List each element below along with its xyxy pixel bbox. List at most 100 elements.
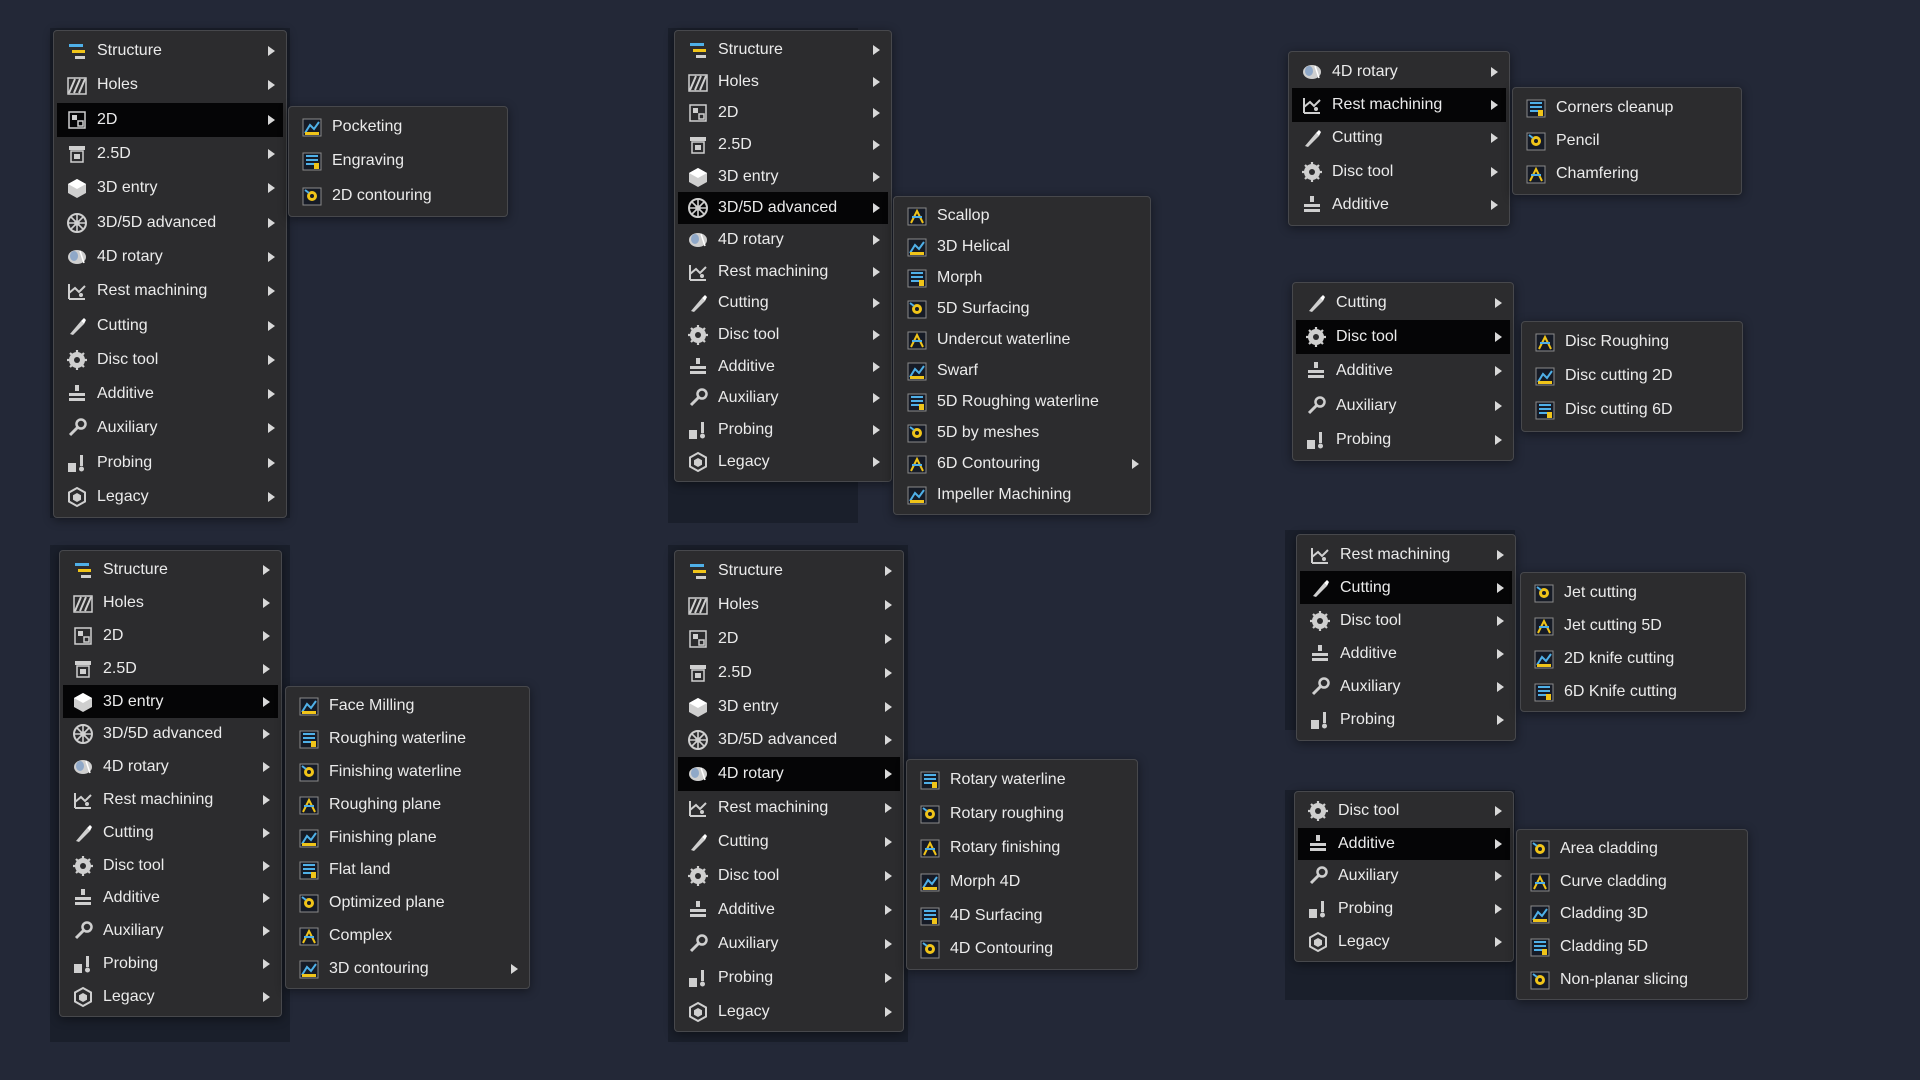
menu-item-2-5d[interactable]: 2.5D	[63, 652, 278, 685]
menu-item-cutting[interactable]: Cutting	[1300, 571, 1512, 605]
menu-item-structure[interactable]: Structure	[678, 554, 900, 588]
menu-item-jet-cutting[interactable]: Jet cutting	[1524, 576, 1742, 609]
menu-item-disc-tool[interactable]: Disc tool	[678, 319, 888, 351]
menu-item-additive[interactable]: Additive	[57, 377, 283, 411]
menu-item-auxiliary[interactable]: Auxiliary	[1296, 389, 1510, 423]
menu-item-corners-cleanup[interactable]: Corners cleanup	[1516, 91, 1738, 124]
menu-item-finishing-waterline[interactable]: Finishing waterline	[289, 756, 526, 789]
menu-item-roughing-waterline[interactable]: Roughing waterline	[289, 723, 526, 756]
menu-item-3d-helical[interactable]: 3D Helical	[897, 231, 1147, 262]
menu-item-disc-roughing[interactable]: Disc Roughing	[1525, 325, 1739, 359]
menu-item-auxiliary[interactable]: Auxiliary	[678, 383, 888, 415]
menu-item-4d-rotary[interactable]: 4D rotary	[63, 751, 278, 784]
menu-item-additive[interactable]: Additive	[1298, 827, 1510, 861]
menu-item-2-5d[interactable]: 2.5D	[678, 656, 900, 690]
menu-item-complex[interactable]: Complex	[289, 920, 526, 953]
menu-item-holes[interactable]: Holes	[678, 66, 888, 98]
menu-item-2d[interactable]: 2D	[63, 620, 278, 653]
menu-item-3d-entry[interactable]: 3D entry	[678, 161, 888, 193]
menu-item-roughing-plane[interactable]: Roughing plane	[289, 788, 526, 821]
menu-item-4d-rotary[interactable]: 4D rotary	[678, 757, 900, 792]
menu-item-4d-rotary[interactable]: 4D rotary	[57, 240, 283, 274]
menu-item-face-milling[interactable]: Face Milling	[289, 690, 526, 723]
menu-item-2-5d[interactable]: 2.5D	[678, 129, 888, 161]
menu-item-2d[interactable]: 2D	[678, 622, 900, 656]
menu-item-non-planar-slicing[interactable]: Non-planar slicing	[1520, 963, 1744, 996]
menu-item-additive[interactable]: Additive	[63, 882, 278, 915]
menu-item-scallop[interactable]: Scallop	[897, 200, 1147, 231]
menu-item-2d-knife-cutting[interactable]: 2D knife cutting	[1524, 642, 1742, 675]
menu-item-3d-5d-advanced[interactable]: 3D/5D advanced	[63, 718, 278, 751]
menu-item-6d-contouring[interactable]: 6D Contouring	[897, 449, 1147, 480]
menu-item-structure[interactable]: Structure	[63, 554, 278, 587]
menu-item-swarf[interactable]: Swarf	[897, 355, 1147, 386]
menu-item-rest-machining[interactable]: Rest machining	[678, 256, 888, 288]
menu-item-probing[interactable]: Probing	[678, 414, 888, 446]
menu-item-3d-5d-advanced[interactable]: 3D/5D advanced	[678, 192, 888, 225]
menu-item-2d[interactable]: 2D	[678, 97, 888, 129]
menu-item-rest-machining[interactable]: Rest machining	[57, 274, 283, 308]
menu-item-disc-cutting-2d[interactable]: Disc cutting 2D	[1525, 359, 1739, 393]
menu-item-legacy[interactable]: Legacy	[678, 446, 888, 478]
menu-item-impeller-machining[interactable]: Impeller Machining	[897, 480, 1147, 511]
menu-item-4d-rotary[interactable]: 4D rotary	[1292, 55, 1506, 88]
menu-item-additive[interactable]: Additive	[678, 351, 888, 383]
menu-item-4d-contouring[interactable]: 4D Contouring	[910, 932, 1134, 966]
menu-item-4d-rotary[interactable]: 4D rotary	[678, 224, 888, 256]
menu-item-disc-cutting-6d[interactable]: Disc cutting 6D	[1525, 393, 1739, 427]
menu-item-disc-tool[interactable]: Disc tool	[63, 849, 278, 882]
menu-item-cladding-5d[interactable]: Cladding 5D	[1520, 931, 1744, 964]
menu-item-pocketing[interactable]: Pocketing	[292, 110, 504, 144]
menu-item-structure[interactable]: Structure	[57, 34, 283, 68]
menu-item-probing[interactable]: Probing	[1298, 893, 1510, 926]
menu-item-disc-tool[interactable]: Disc tool	[1296, 320, 1510, 355]
menu-item-curve-cladding[interactable]: Curve cladding	[1520, 866, 1744, 899]
menu-item-morph[interactable]: Morph	[897, 262, 1147, 293]
menu-item-auxiliary[interactable]: Auxiliary	[1300, 670, 1512, 703]
menu-item-3d-entry[interactable]: 3D entry	[57, 171, 283, 205]
menu-item-morph-4d[interactable]: Morph 4D	[910, 865, 1134, 899]
menu-item-5d-roughing-waterline[interactable]: 5D Roughing waterline	[897, 387, 1147, 418]
menu-item-4d-surfacing[interactable]: 4D Surfacing	[910, 899, 1134, 933]
menu-item-additive[interactable]: Additive	[678, 893, 900, 927]
menu-item-area-cladding[interactable]: Area cladding	[1520, 833, 1744, 866]
menu-item-rotary-finishing[interactable]: Rotary finishing	[910, 831, 1134, 865]
menu-item-probing[interactable]: Probing	[57, 446, 283, 480]
menu-item-cutting[interactable]: Cutting	[678, 825, 900, 859]
menu-item-cutting[interactable]: Cutting	[1292, 122, 1506, 155]
menu-item-5d-by-meshes[interactable]: 5D by meshes	[897, 418, 1147, 449]
menu-item-cutting[interactable]: Cutting	[63, 816, 278, 849]
menu-item-rest-machining[interactable]: Rest machining	[1292, 88, 1506, 122]
menu-item-2d[interactable]: 2D	[57, 102, 283, 137]
menu-item-probing[interactable]: Probing	[1296, 423, 1510, 457]
menu-item-disc-tool[interactable]: Disc tool	[1300, 604, 1512, 637]
menu-item-flat-land[interactable]: Flat land	[289, 854, 526, 887]
menu-item-3d-entry[interactable]: 3D entry	[678, 690, 900, 724]
menu-item-auxiliary[interactable]: Auxiliary	[57, 411, 283, 445]
menu-item-legacy[interactable]: Legacy	[678, 995, 900, 1029]
menu-item-auxiliary[interactable]: Auxiliary	[1298, 860, 1510, 893]
menu-item-optimized-plane[interactable]: Optimized plane	[289, 887, 526, 920]
menu-item-disc-tool[interactable]: Disc tool	[1298, 795, 1510, 828]
menu-item-additive[interactable]: Additive	[1300, 637, 1512, 670]
menu-item-jet-cutting-5d[interactable]: Jet cutting 5D	[1524, 609, 1742, 642]
menu-item-auxiliary[interactable]: Auxiliary	[678, 927, 900, 961]
menu-item-5d-surfacing[interactable]: 5D Surfacing	[897, 293, 1147, 324]
menu-item-pencil[interactable]: Pencil	[1516, 124, 1738, 157]
menu-item-legacy[interactable]: Legacy	[1298, 925, 1510, 958]
menu-item-rest-machining[interactable]: Rest machining	[678, 791, 900, 825]
menu-item-disc-tool[interactable]: Disc tool	[57, 343, 283, 377]
menu-item-legacy[interactable]: Legacy	[57, 480, 283, 514]
menu-item-3d-contouring[interactable]: 3D contouring	[289, 952, 526, 985]
menu-item-finishing-plane[interactable]: Finishing plane	[289, 821, 526, 854]
menu-item-3d-entry[interactable]: 3D entry	[63, 685, 278, 718]
menu-item-structure[interactable]: Structure	[678, 34, 888, 66]
menu-item-holes[interactable]: Holes	[678, 588, 900, 622]
menu-item-undercut-waterline[interactable]: Undercut waterline	[897, 324, 1147, 355]
menu-item-3d-5d-advanced[interactable]: 3D/5D advanced	[678, 723, 900, 757]
menu-item-rotary-waterline[interactable]: Rotary waterline	[910, 763, 1134, 797]
menu-item-cutting[interactable]: Cutting	[1296, 286, 1510, 320]
menu-item-disc-tool[interactable]: Disc tool	[678, 859, 900, 893]
menu-item-auxiliary[interactable]: Auxiliary	[63, 915, 278, 948]
menu-item-cutting[interactable]: Cutting	[678, 288, 888, 320]
